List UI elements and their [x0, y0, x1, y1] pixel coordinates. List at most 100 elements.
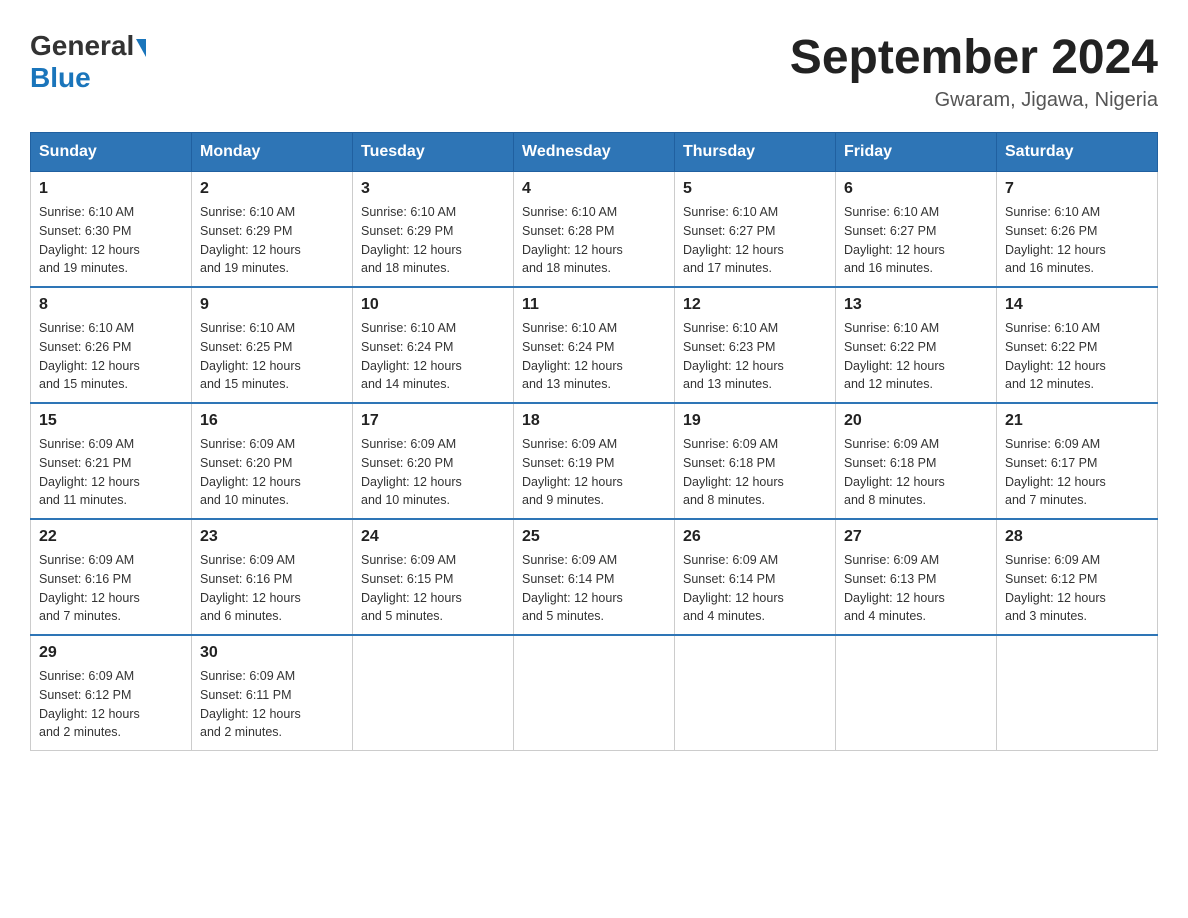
calendar-cell: 26 Sunrise: 6:09 AMSunset: 6:14 PMDayligh… [675, 519, 836, 635]
day-number: 12 [683, 296, 827, 314]
header-thursday: Thursday [675, 133, 836, 172]
day-number: 25 [522, 528, 666, 546]
day-info: Sunrise: 6:09 AMSunset: 6:19 PMDaylight:… [522, 435, 666, 510]
calendar-week-row: 29 Sunrise: 6:09 AMSunset: 6:12 PMDayligh… [31, 635, 1158, 751]
logo-triangle-icon [136, 39, 146, 57]
day-number: 13 [844, 296, 988, 314]
calendar-cell: 4 Sunrise: 6:10 AMSunset: 6:28 PMDaylight… [514, 172, 675, 288]
day-info: Sunrise: 6:10 AMSunset: 6:27 PMDaylight:… [844, 203, 988, 278]
header-saturday: Saturday [997, 133, 1158, 172]
day-info: Sunrise: 6:09 AMSunset: 6:20 PMDaylight:… [361, 435, 505, 510]
calendar-cell [353, 635, 514, 751]
title-section: September 2024 Gwaram, Jigawa, Nigeria [790, 30, 1158, 112]
day-number: 21 [1005, 412, 1149, 430]
day-info: Sunrise: 6:10 AMSunset: 6:26 PMDaylight:… [1005, 203, 1149, 278]
day-info: Sunrise: 6:10 AMSunset: 6:27 PMDaylight:… [683, 203, 827, 278]
logo-blue-text: Blue [30, 62, 146, 94]
calendar-cell: 6 Sunrise: 6:10 AMSunset: 6:27 PMDaylight… [836, 172, 997, 288]
calendar-cell: 28 Sunrise: 6:09 AMSunset: 6:12 PMDayligh… [997, 519, 1158, 635]
day-number: 24 [361, 528, 505, 546]
calendar-week-row: 8Sunrise: 6:10 AMSunset: 6:26 PMDaylight… [31, 287, 1158, 403]
day-info: Sunrise: 6:10 AMSunset: 6:30 PMDaylight:… [39, 203, 183, 278]
calendar-cell [836, 635, 997, 751]
day-info: Sunrise: 6:10 AMSunset: 6:24 PMDaylight:… [522, 319, 666, 394]
day-info: Sunrise: 6:09 AMSunset: 6:15 PMDaylight:… [361, 551, 505, 626]
day-info: Sunrise: 6:10 AMSunset: 6:22 PMDaylight:… [844, 319, 988, 394]
logo-general-text: General [30, 30, 134, 62]
day-info: Sunrise: 6:09 AMSunset: 6:12 PMDaylight:… [1005, 551, 1149, 626]
day-info: Sunrise: 6:09 AMSunset: 6:14 PMDaylight:… [683, 551, 827, 626]
day-info: Sunrise: 6:09 AMSunset: 6:21 PMDaylight:… [39, 435, 183, 510]
calendar-cell: 14Sunrise: 6:10 AMSunset: 6:22 PMDayligh… [997, 287, 1158, 403]
day-info: Sunrise: 6:10 AMSunset: 6:29 PMDaylight:… [200, 203, 344, 278]
header-wednesday: Wednesday [514, 133, 675, 172]
day-info: Sunrise: 6:10 AMSunset: 6:28 PMDaylight:… [522, 203, 666, 278]
calendar-cell: 15Sunrise: 6:09 AMSunset: 6:21 PMDayligh… [31, 403, 192, 519]
calendar-cell: 2 Sunrise: 6:10 AMSunset: 6:29 PMDaylight… [192, 172, 353, 288]
calendar-cell [514, 635, 675, 751]
day-info: Sunrise: 6:10 AMSunset: 6:25 PMDaylight:… [200, 319, 344, 394]
day-info: Sunrise: 6:09 AMSunset: 6:11 PMDaylight:… [200, 667, 344, 742]
calendar-week-row: 1Sunrise: 6:10 AMSunset: 6:30 PMDaylight… [31, 172, 1158, 288]
day-number: 18 [522, 412, 666, 430]
calendar-cell: 27 Sunrise: 6:09 AMSunset: 6:13 PMDayligh… [836, 519, 997, 635]
day-info: Sunrise: 6:09 AMSunset: 6:18 PMDaylight:… [683, 435, 827, 510]
calendar-title: September 2024 [790, 30, 1158, 85]
day-number: 17 [361, 412, 505, 430]
day-number: 29 [39, 644, 183, 662]
day-number: 26 [683, 528, 827, 546]
day-number: 19 [683, 412, 827, 430]
day-info: Sunrise: 6:10 AMSunset: 6:23 PMDaylight:… [683, 319, 827, 394]
calendar-cell: 11Sunrise: 6:10 AMSunset: 6:24 PMDayligh… [514, 287, 675, 403]
calendar-cell: 23 Sunrise: 6:09 AMSunset: 6:16 PMDayligh… [192, 519, 353, 635]
calendar-cell: 24 Sunrise: 6:09 AMSunset: 6:15 PMDayligh… [353, 519, 514, 635]
calendar-cell: 5 Sunrise: 6:10 AMSunset: 6:27 PMDaylight… [675, 172, 836, 288]
calendar-cell: 18 Sunrise: 6:09 AMSunset: 6:19 PMDayligh… [514, 403, 675, 519]
day-info: Sunrise: 6:09 AMSunset: 6:13 PMDaylight:… [844, 551, 988, 626]
day-info: Sunrise: 6:10 AMSunset: 6:22 PMDaylight:… [1005, 319, 1149, 394]
header-tuesday: Tuesday [353, 133, 514, 172]
day-number: 3 [361, 180, 505, 198]
day-number: 2 [200, 180, 344, 198]
day-info: Sunrise: 6:09 AMSunset: 6:14 PMDaylight:… [522, 551, 666, 626]
day-number: 22 [39, 528, 183, 546]
day-info: Sunrise: 6:09 AMSunset: 6:18 PMDaylight:… [844, 435, 988, 510]
calendar-cell: 17 Sunrise: 6:09 AMSunset: 6:20 PMDayligh… [353, 403, 514, 519]
logo: General Blue [30, 30, 146, 94]
day-info: Sunrise: 6:10 AMSunset: 6:29 PMDaylight:… [361, 203, 505, 278]
day-number: 30 [200, 644, 344, 662]
calendar-cell: 10 Sunrise: 6:10 AMSunset: 6:24 PMDayligh… [353, 287, 514, 403]
calendar-week-row: 15Sunrise: 6:09 AMSunset: 6:21 PMDayligh… [31, 403, 1158, 519]
calendar-cell: 12 Sunrise: 6:10 AMSunset: 6:23 PMDayligh… [675, 287, 836, 403]
calendar-cell: 21 Sunrise: 6:09 AMSunset: 6:17 PMDayligh… [997, 403, 1158, 519]
calendar-subtitle: Gwaram, Jigawa, Nigeria [790, 89, 1158, 112]
header-sunday: Sunday [31, 133, 192, 172]
day-number: 8 [39, 296, 183, 314]
calendar-week-row: 22 Sunrise: 6:09 AMSunset: 6:16 PMDayligh… [31, 519, 1158, 635]
calendar-cell: 3 Sunrise: 6:10 AMSunset: 6:29 PMDaylight… [353, 172, 514, 288]
day-number: 9 [200, 296, 344, 314]
calendar-cell [675, 635, 836, 751]
calendar-table: SundayMondayTuesdayWednesdayThursdayFrid… [30, 132, 1158, 751]
day-number: 20 [844, 412, 988, 430]
calendar-cell: 1Sunrise: 6:10 AMSunset: 6:30 PMDaylight… [31, 172, 192, 288]
day-info: Sunrise: 6:09 AMSunset: 6:17 PMDaylight:… [1005, 435, 1149, 510]
day-number: 7 [1005, 180, 1149, 198]
day-number: 23 [200, 528, 344, 546]
day-number: 6 [844, 180, 988, 198]
calendar-cell: 7 Sunrise: 6:10 AMSunset: 6:26 PMDaylight… [997, 172, 1158, 288]
day-number: 10 [361, 296, 505, 314]
page-header: General Blue September 2024 Gwaram, Jiga… [30, 30, 1158, 112]
day-info: Sunrise: 6:09 AMSunset: 6:16 PMDaylight:… [200, 551, 344, 626]
day-number: 5 [683, 180, 827, 198]
calendar-cell: 25 Sunrise: 6:09 AMSunset: 6:14 PMDayligh… [514, 519, 675, 635]
header-monday: Monday [192, 133, 353, 172]
day-number: 27 [844, 528, 988, 546]
calendar-cell: 16Sunrise: 6:09 AMSunset: 6:20 PMDayligh… [192, 403, 353, 519]
day-number: 16 [200, 412, 344, 430]
day-info: Sunrise: 6:10 AMSunset: 6:24 PMDaylight:… [361, 319, 505, 394]
day-number: 28 [1005, 528, 1149, 546]
day-info: Sunrise: 6:09 AMSunset: 6:12 PMDaylight:… [39, 667, 183, 742]
calendar-cell: 13 Sunrise: 6:10 AMSunset: 6:22 PMDayligh… [836, 287, 997, 403]
day-number: 4 [522, 180, 666, 198]
